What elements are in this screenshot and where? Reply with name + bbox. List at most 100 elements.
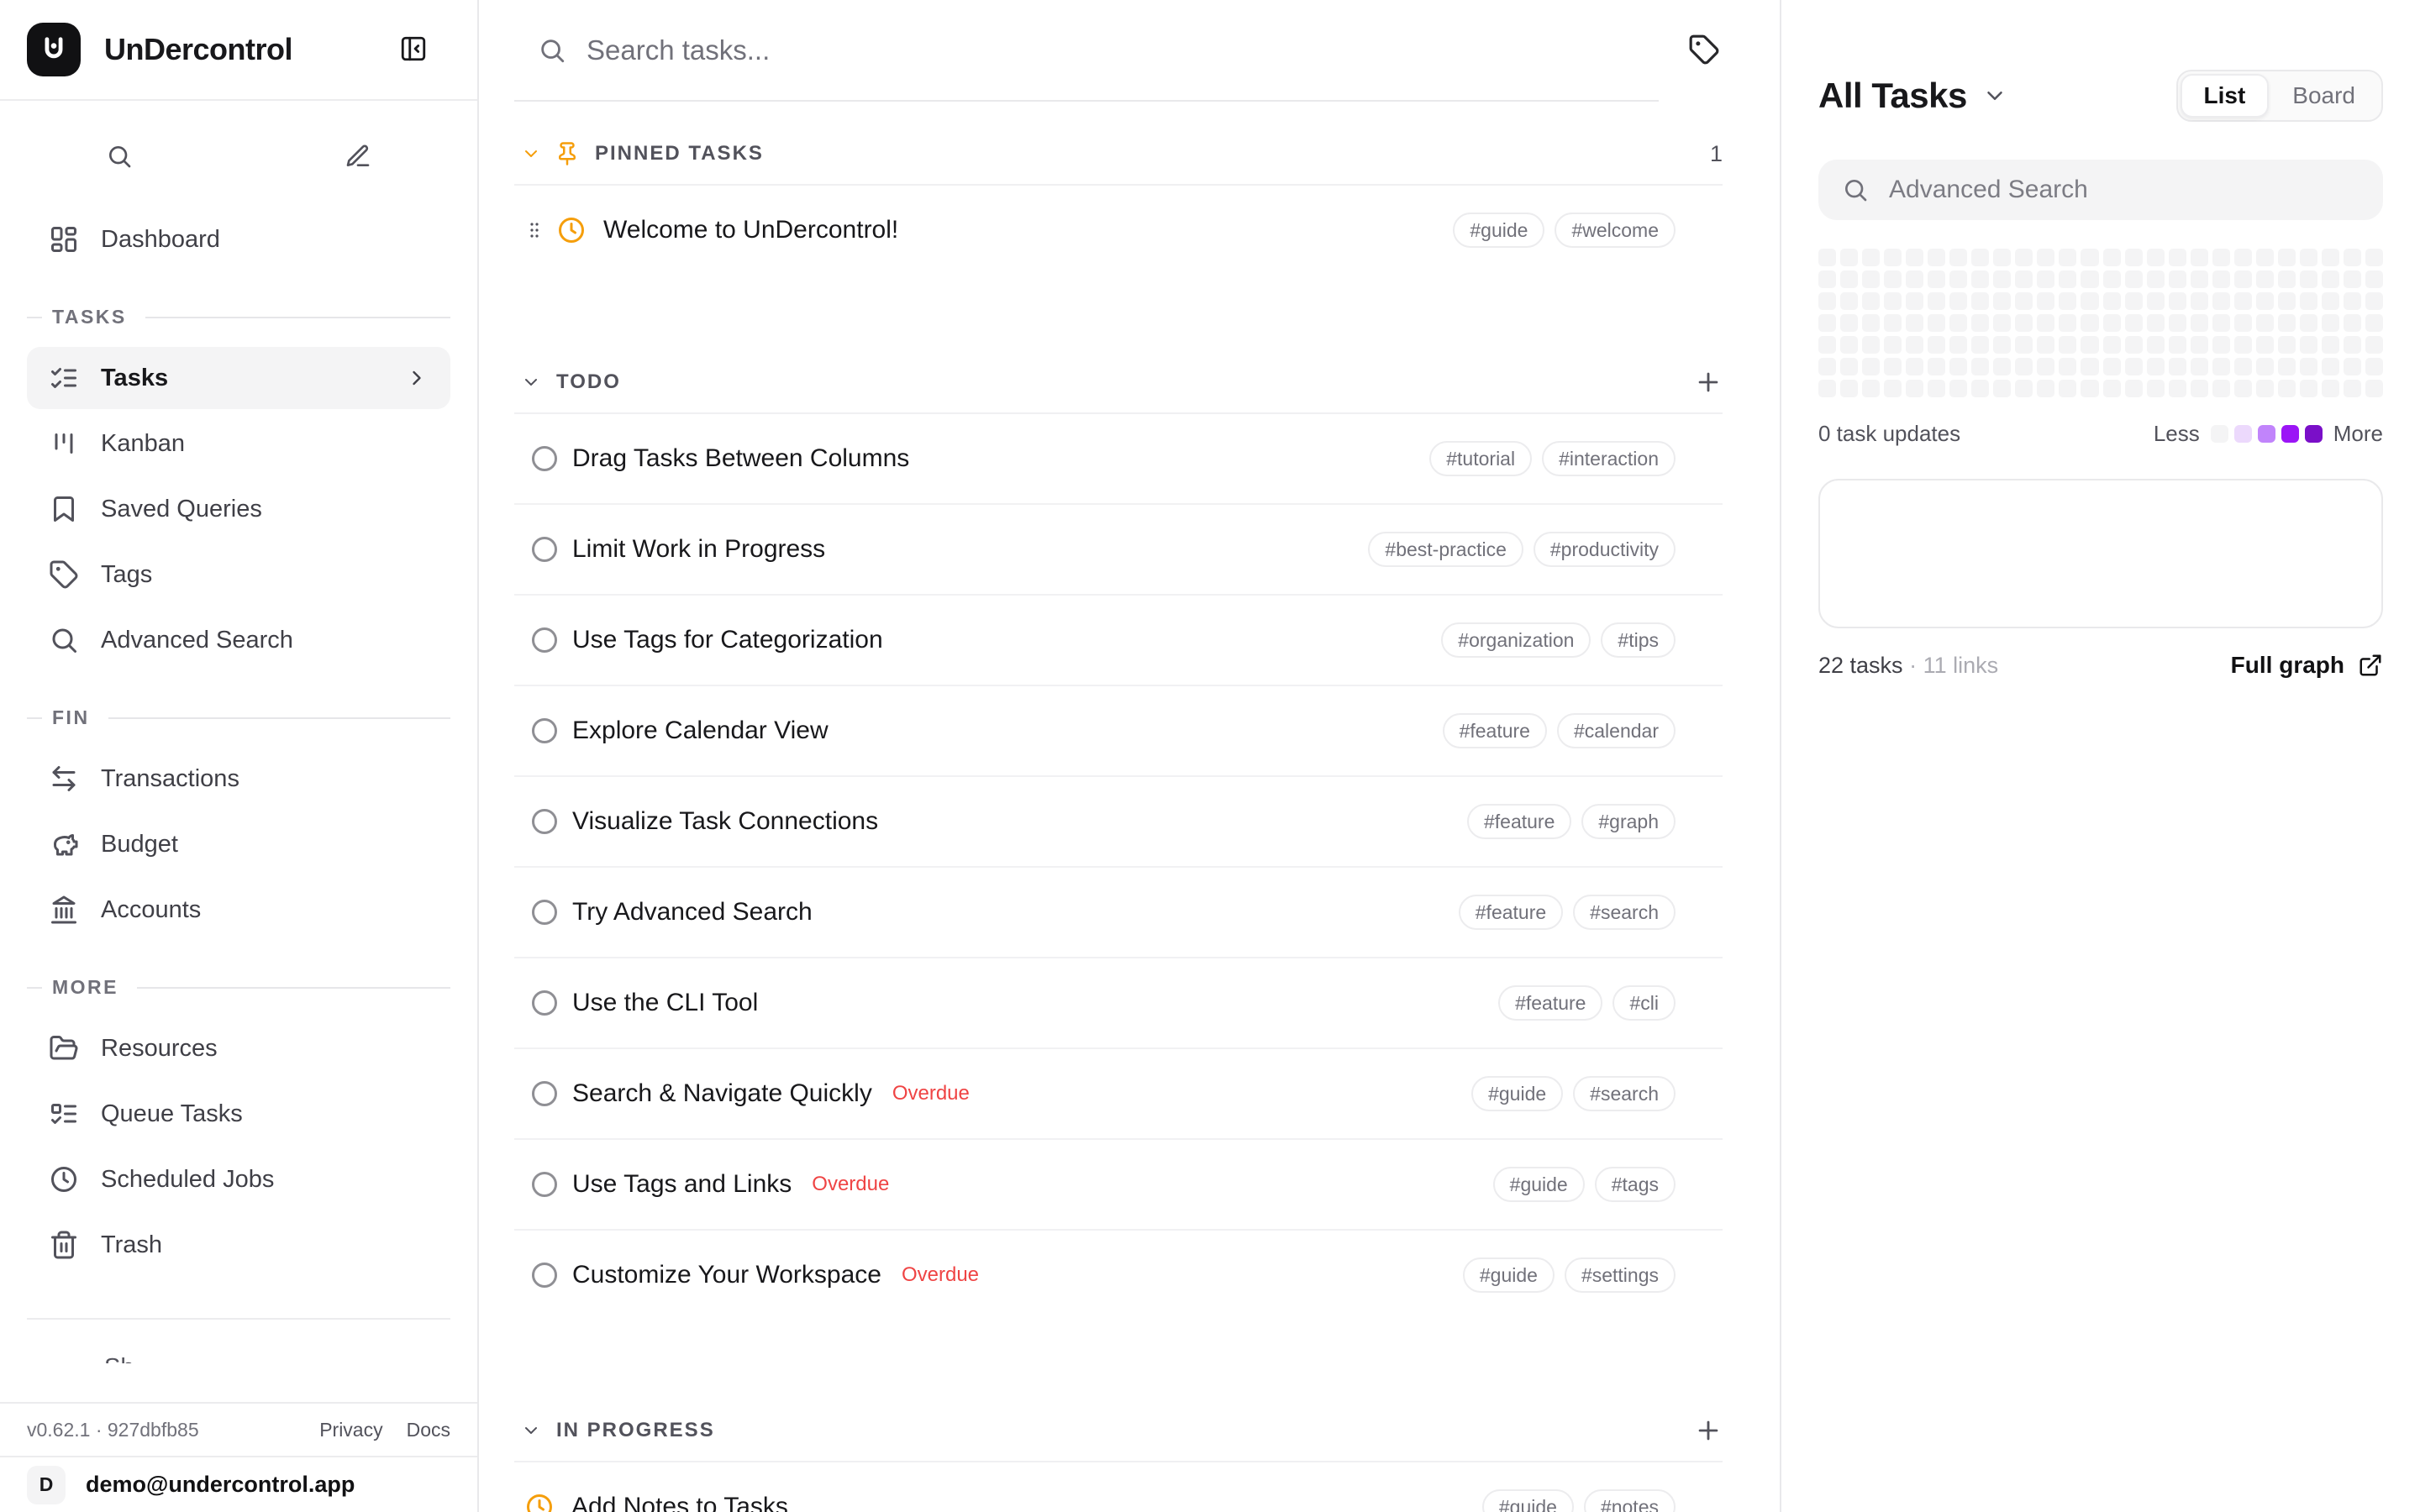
heatmap-cell: [2256, 314, 2274, 332]
tag-pill[interactable]: #best-practice: [1368, 532, 1523, 567]
sidebar-item-saved-queries[interactable]: Saved Queries: [27, 478, 450, 540]
sidebar-item-resources[interactable]: Resources: [27, 1017, 450, 1079]
tag-pill[interactable]: #guide: [1453, 213, 1544, 248]
sidebar-item-kanban[interactable]: Kanban: [27, 412, 450, 475]
tag-pill[interactable]: #graph: [1581, 804, 1676, 839]
tag-pill[interactable]: #interaction: [1542, 441, 1676, 476]
tag-pill[interactable]: #organization: [1441, 622, 1591, 658]
task-checkbox[interactable]: [532, 1081, 557, 1106]
sidebar-item-dashboard[interactable]: Dashboard: [27, 208, 450, 270]
advanced-search-field[interactable]: [1818, 160, 2383, 220]
heatmap-cell: [2125, 314, 2143, 332]
task-checkbox[interactable]: [532, 627, 557, 653]
tag-pill[interactable]: #settings: [1565, 1257, 1676, 1293]
tag-pill[interactable]: #guide: [1463, 1257, 1555, 1293]
tag-pill[interactable]: #tutorial: [1429, 441, 1532, 476]
sidebar-collapse-icon[interactable]: [397, 33, 430, 66]
tag-pill[interactable]: #tips: [1601, 622, 1676, 658]
tag-pill[interactable]: #search: [1573, 1076, 1676, 1111]
task-checkbox[interactable]: [532, 990, 557, 1016]
arrows-left-right-icon: [49, 764, 79, 794]
view-title[interactable]: All Tasks: [1818, 76, 1967, 116]
view-tab-board[interactable]: Board: [2269, 74, 2379, 118]
tag-pill[interactable]: #calendar: [1557, 713, 1676, 748]
task-row[interactable]: Use Tags for Categorization#organization…: [514, 596, 1723, 685]
tag-pill[interactable]: #feature: [1498, 985, 1602, 1021]
sidebar-search-icon[interactable]: [0, 131, 239, 181]
heatmap-cell: [2103, 270, 2121, 288]
task-row[interactable]: Try Advanced Search#feature#search: [514, 868, 1723, 957]
heatmap-cell: [1949, 336, 1967, 354]
tag-pill[interactable]: #cli: [1612, 985, 1676, 1021]
drag-handle-icon[interactable]: [524, 218, 544, 243]
sidebar-item-trash[interactable]: Trash: [27, 1214, 450, 1276]
heatmap-cell: [2059, 249, 2076, 266]
heatmap-cell: [2169, 249, 2186, 266]
tag-pill[interactable]: #welcome: [1555, 213, 1676, 248]
tag-pill[interactable]: #guide: [1482, 1489, 1574, 1512]
add-task-icon[interactable]: [1694, 1416, 1723, 1445]
task-row[interactable]: Drag Tasks Between Columns#tutorial#inte…: [514, 414, 1723, 503]
task-checkbox[interactable]: [532, 446, 557, 471]
task-row[interactable]: Limit Work in Progress#best-practice#pro…: [514, 505, 1723, 594]
sidebar-item-transactions[interactable]: Transactions: [27, 748, 450, 810]
sidebar-compose-icon[interactable]: [239, 131, 477, 181]
sidebar-item-tasks[interactable]: Tasks: [27, 347, 450, 409]
task-checkbox[interactable]: [532, 809, 557, 834]
heatmap-cell: [1884, 336, 1902, 354]
task-checkbox[interactable]: [532, 1263, 557, 1288]
chevron-down-icon[interactable]: [1982, 83, 2007, 108]
heatmap-cell: [2365, 336, 2383, 354]
advanced-search-input[interactable]: [1887, 175, 2360, 205]
privacy-link[interactable]: Privacy: [319, 1419, 382, 1441]
task-checkbox[interactable]: [532, 537, 557, 562]
task-title: Search & Navigate Quickly: [572, 1079, 872, 1108]
tag-pill[interactable]: #guide: [1493, 1167, 1585, 1202]
task-row[interactable]: Use the CLI Tool#feature#cli: [514, 958, 1723, 1047]
task-checkbox[interactable]: [532, 900, 557, 925]
task-row[interactable]: Visualize Task Connections#feature#graph: [514, 777, 1723, 866]
tag-pill[interactable]: #tags: [1595, 1167, 1676, 1202]
chevron-down-icon[interactable]: [521, 372, 541, 392]
overdue-badge: Overdue: [902, 1263, 979, 1287]
task-checkbox[interactable]: [532, 718, 557, 743]
task-row[interactable]: Add Notes to Tasks#guide#notes: [514, 1462, 1723, 1512]
tag-filter-icon[interactable]: [1686, 33, 1723, 70]
task-row[interactable]: Welcome to UnDercontrol!#guide#welcome: [514, 186, 1723, 275]
view-tab-list[interactable]: List: [2181, 74, 2270, 118]
heatmap-cell: [2344, 336, 2361, 354]
tag-pill[interactable]: #notes: [1584, 1489, 1676, 1512]
sidebar-item-budget[interactable]: Budget: [27, 813, 450, 875]
chevron-down-icon[interactable]: [521, 144, 541, 164]
tag-pill[interactable]: #productivity: [1534, 532, 1676, 567]
search-input[interactable]: [585, 34, 1659, 67]
tag-pill[interactable]: #feature: [1443, 713, 1547, 748]
sidebar-item-scheduled-jobs[interactable]: Scheduled Jobs: [27, 1148, 450, 1210]
task-row[interactable]: Use Tags and LinksOverdue#guide#tags: [514, 1140, 1723, 1229]
task-checkbox[interactable]: [532, 1172, 557, 1197]
docs-link[interactable]: Docs: [407, 1419, 450, 1441]
sidebar-item-accounts[interactable]: Accounts: [27, 879, 450, 941]
graph-preview[interactable]: [1818, 479, 2383, 628]
add-task-icon[interactable]: [1694, 368, 1723, 396]
sidebar-item-queue-tasks[interactable]: Queue Tasks: [27, 1083, 450, 1145]
user-row[interactable]: D demo@undercontrol.app: [0, 1456, 477, 1512]
heatmap-cell: [2278, 336, 2296, 354]
heatmap-cell: [2191, 380, 2208, 397]
tag-pill[interactable]: #guide: [1471, 1076, 1563, 1111]
task-search-field[interactable]: [514, 0, 1659, 102]
heatmap-cell: [1862, 314, 1880, 332]
full-graph-button[interactable]: Full graph: [2231, 652, 2383, 679]
sidebar-item-advanced-search[interactable]: Advanced Search: [27, 609, 450, 671]
task-row[interactable]: Customize Your WorkspaceOverdue#guide#se…: [514, 1231, 1723, 1320]
tag-pill[interactable]: #feature: [1467, 804, 1571, 839]
chevron-down-icon[interactable]: [521, 1420, 541, 1441]
tag-pill[interactable]: #feature: [1459, 895, 1563, 930]
heatmap-cell: [1971, 358, 1989, 375]
overdue-badge: Overdue: [812, 1173, 889, 1196]
task-row[interactable]: Explore Calendar View#feature#calendar: [514, 686, 1723, 775]
heatmap-cell: [1949, 314, 1967, 332]
tag-pill[interactable]: #search: [1573, 895, 1676, 930]
task-row[interactable]: Search & Navigate QuicklyOverdue#guide#s…: [514, 1049, 1723, 1138]
sidebar-item-tags[interactable]: Tags: [27, 543, 450, 606]
